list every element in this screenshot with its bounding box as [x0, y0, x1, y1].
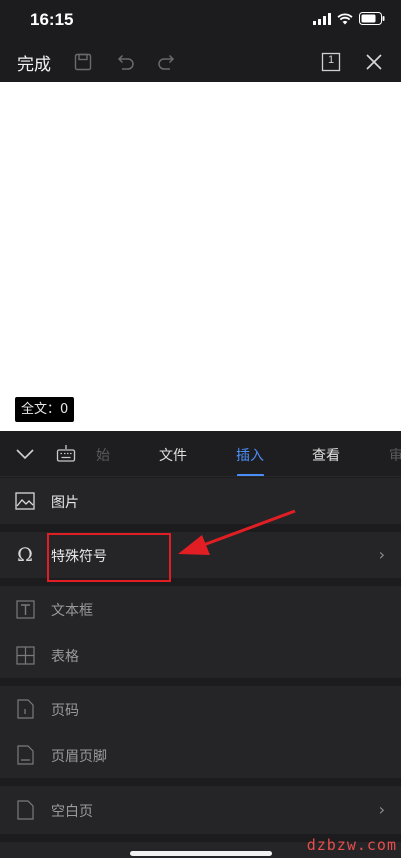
menu-item-blank-page[interactable]: 空白页 › [0, 786, 401, 834]
wifi-icon [337, 12, 353, 24]
battery-icon [359, 12, 385, 25]
save-icon[interactable] [72, 51, 94, 73]
table-icon [15, 645, 35, 665]
undo-icon[interactable] [114, 51, 136, 73]
watermark: dzbzw.com [306, 836, 397, 854]
active-tab-indicator [237, 474, 264, 476]
text-box-icon [15, 599, 35, 619]
menu-label-image: 图片 [51, 495, 79, 511]
chevron-right-icon: › [378, 800, 385, 819]
home-indicator [130, 851, 272, 856]
word-count-badge: 全文：0 [15, 397, 75, 422]
menu-label-header-footer: 页眉页脚 [51, 749, 107, 765]
redo-icon[interactable] [156, 51, 178, 73]
page-count-icon[interactable]: 1 [320, 51, 342, 73]
annotation-highlight-box [47, 533, 171, 582]
collapse-chevron-icon[interactable] [15, 445, 35, 467]
status-icons [313, 12, 385, 25]
keyboard-icon[interactable] [56, 444, 76, 468]
menu-label-page-number: 页码 [51, 703, 79, 719]
close-icon[interactable] [363, 51, 385, 73]
menu-item-page-number[interactable]: 页码 [0, 686, 401, 732]
ribbon-tabs: 始 文件 插入 查看 审 [0, 431, 401, 477]
done-button[interactable]: 完成 [17, 50, 51, 75]
menu-label-blank-page: 空白页 [51, 804, 93, 820]
menu-item-text-box[interactable]: 文本框 [0, 586, 401, 632]
blank-page-icon [15, 800, 35, 820]
menu-item-table[interactable]: 表格 [0, 632, 401, 678]
annotation-arrow-icon [178, 509, 296, 555]
status-time: 16:15 [30, 10, 74, 29]
document-canvas[interactable] [0, 82, 401, 431]
tab-review[interactable]: 审 [389, 445, 401, 465]
menu-item-header-footer[interactable]: 页眉页脚 [0, 732, 401, 778]
omega-icon: Ω [17, 544, 33, 566]
chevron-right-icon: › [378, 545, 385, 564]
header-footer-icon [15, 745, 35, 765]
page-count-number: 1 [327, 54, 335, 66]
tab-view[interactable]: 查看 [312, 445, 340, 465]
menu-label-text-box: 文本框 [51, 603, 93, 619]
tab-file[interactable]: 文件 [159, 445, 187, 465]
editor-toolbar: 完成 1 [0, 42, 401, 82]
page-number-icon [15, 699, 35, 719]
tab-start[interactable]: 始 [96, 445, 110, 465]
menu-label-table: 表格 [51, 649, 79, 665]
image-icon [15, 491, 35, 511]
status-bar: 16:15 [0, 0, 401, 42]
cellular-signal-icon [313, 12, 331, 25]
tab-insert[interactable]: 插入 [236, 445, 264, 465]
